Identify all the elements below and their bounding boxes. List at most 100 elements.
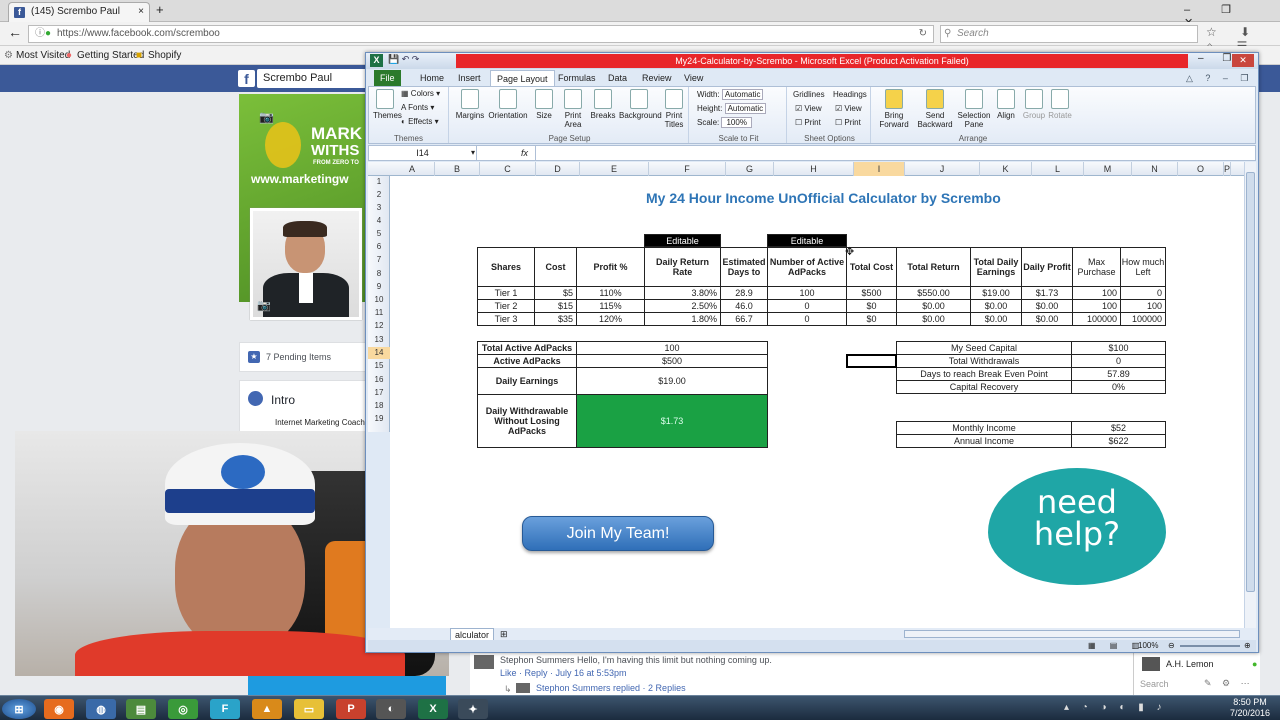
app-icon[interactable]: ◐ — [376, 699, 406, 719]
comment-meta[interactable]: Like · Reply · July 16 at 5:53pm — [500, 668, 627, 678]
row-header[interactable]: 2 — [368, 189, 390, 201]
row-header[interactable]: 1 — [368, 176, 390, 188]
join-my-team-button[interactable]: Join My Team! — [522, 516, 714, 551]
margins-button[interactable]: Margins — [455, 89, 485, 120]
value-total-withdrawals[interactable]: 0 — [1071, 354, 1166, 368]
tray-icons[interactable]: ▴ ◔ ◑ ◐ ▮ ♪ — [1064, 702, 1167, 713]
row-header[interactable]: 5 — [368, 228, 390, 240]
bookmark-shopify[interactable]: Shopify — [148, 46, 181, 65]
row-header[interactable]: 9 — [368, 281, 390, 293]
zoom-out-icon[interactable]: ⊖ — [1168, 640, 1175, 652]
chat-contact[interactable]: A.H. Lemon — [1166, 659, 1214, 669]
name-box[interactable]: I14 — [369, 146, 477, 160]
camera-icon[interactable]: 📷 — [259, 110, 274, 124]
chat-icons[interactable]: ✎ ⚙ ⋯ — [1204, 678, 1254, 689]
reply-link[interactable]: Stephon Summers replied · 2 Replies — [536, 683, 686, 693]
row-header[interactable]: 15 — [368, 360, 390, 372]
folder-icon[interactable]: ▭ — [294, 699, 324, 719]
back-arrow-icon[interactable]: ← — [8, 24, 22, 40]
zoom-in-icon[interactable]: ⊕ — [1244, 640, 1251, 652]
app-icon[interactable]: ✦ — [458, 699, 488, 719]
row-header[interactable]: 11 — [368, 307, 390, 319]
column-header[interactable]: M — [1084, 162, 1132, 176]
column-header[interactable]: P — [1224, 162, 1232, 176]
column-header[interactable]: K — [980, 162, 1032, 176]
scroll-thumb[interactable] — [1246, 172, 1255, 592]
new-sheet-icon[interactable]: ⊞ — [500, 628, 508, 640]
print-area-button[interactable]: Print Area — [559, 89, 587, 129]
worksheet[interactable]: My 24 Hour Income UnOfficial Calculator … — [390, 176, 1244, 628]
app-icon[interactable]: ◍ — [86, 699, 116, 719]
column-header[interactable]: F — [649, 162, 726, 176]
bring-forward-button[interactable]: Bring Forward — [875, 89, 913, 129]
chrome-icon[interactable]: ◎ — [168, 699, 198, 719]
app-f-icon[interactable]: F — [210, 699, 240, 719]
fx-icon[interactable]: fx — [521, 146, 528, 160]
row-header[interactable]: 14 — [368, 347, 390, 359]
themes-button[interactable]: Themes — [373, 89, 402, 120]
row-header[interactable]: 13 — [368, 334, 390, 346]
row-header[interactable]: 8 — [368, 268, 390, 280]
group-button[interactable]: Group — [1021, 89, 1047, 120]
view-mode-icons[interactable]: ▦ ▤ ▥ — [1088, 640, 1145, 652]
tab-review[interactable]: Review — [636, 70, 678, 86]
selection-pane-button[interactable]: Selection Pane — [957, 89, 991, 129]
headings-view-checkbox[interactable]: ☑ View — [835, 104, 862, 113]
quick-access-icons[interactable]: 💾 ↶ ↷ — [388, 54, 419, 65]
tab-insert[interactable]: Insert — [452, 70, 487, 86]
url-bar[interactable]: ⓘ ● https://www.facebook.com/scremboo ↻ — [28, 25, 934, 43]
horizontal-scrollbar[interactable] — [904, 630, 1240, 638]
column-header[interactable]: D — [536, 162, 580, 176]
row-header[interactable]: 17 — [368, 387, 390, 399]
column-header[interactable]: N — [1132, 162, 1178, 176]
pending-items[interactable]: ★ 7 Pending Items — [239, 342, 367, 372]
profile-picture[interactable]: 📷 — [250, 208, 362, 320]
zoom-slider[interactable] — [1180, 645, 1240, 647]
selected-cell-i14[interactable] — [846, 354, 897, 368]
powerpoint-icon[interactable]: P — [336, 699, 366, 719]
column-header[interactable]: L — [1032, 162, 1084, 176]
background-button[interactable]: Background — [619, 89, 662, 120]
row-header[interactable]: 16 — [368, 374, 390, 386]
camera-icon[interactable]: 📷 — [257, 299, 271, 312]
browser-tab[interactable]: f (145) Scrembo Paul × — [8, 2, 150, 22]
close-icon[interactable]: ✕ — [1232, 54, 1254, 67]
tab-home[interactable]: Home — [414, 70, 450, 86]
scale-input[interactable]: 100% — [721, 117, 752, 128]
row-header[interactable]: 12 — [368, 320, 390, 332]
tab-data[interactable]: Data — [602, 70, 633, 86]
tab-page-layout[interactable]: Page Layout — [490, 70, 555, 86]
tab-file[interactable]: File — [374, 70, 401, 86]
formula-input[interactable] — [535, 146, 1243, 160]
colors-button[interactable]: ▦ Colors ▾ — [401, 89, 440, 98]
row-header[interactable]: 7 — [368, 254, 390, 266]
print-titles-button[interactable]: Print Titles — [661, 89, 687, 129]
need-help-bubble[interactable]: need help? — [988, 468, 1166, 585]
vertical-scrollbar[interactable] — [1244, 162, 1256, 628]
gridlines-print-checkbox[interactable]: ☐ Print — [795, 118, 821, 127]
facebook-logo-icon[interactable]: f — [238, 70, 255, 87]
row-header[interactable]: 6 — [368, 241, 390, 253]
bookmark-getting-started[interactable]: Getting Started — [77, 46, 144, 65]
send-backward-button[interactable]: Send Backward — [915, 89, 955, 129]
tab-formulas[interactable]: Formulas — [552, 70, 602, 86]
excel-taskbar-icon[interactable]: X — [418, 699, 448, 719]
app-icon[interactable]: ▲ — [252, 699, 282, 719]
column-header[interactable]: C — [480, 162, 536, 176]
column-header[interactable]: A — [390, 162, 435, 176]
reload-icon[interactable]: ↻ — [919, 26, 927, 42]
orientation-button[interactable]: Orientation — [487, 89, 529, 120]
chat-search-input[interactable]: Search — [1140, 679, 1169, 689]
firefox-icon[interactable]: ◉ — [44, 699, 74, 719]
column-header[interactable]: G — [726, 162, 774, 176]
name-box-dropdown-icon[interactable]: ▾ — [471, 146, 475, 160]
column-header[interactable]: J — [905, 162, 980, 176]
row-header[interactable]: 3 — [368, 202, 390, 214]
facebook-search-input[interactable]: Scrembo Paul — [257, 69, 367, 88]
row-header[interactable]: 19 — [368, 413, 390, 425]
taskbar-clock[interactable]: 8:50 PM 7/20/2016 — [1230, 697, 1270, 719]
rotate-button[interactable]: Rotate — [1047, 89, 1073, 120]
search-input[interactable]: ⚲ Search — [940, 25, 1198, 43]
row-header[interactable]: 10 — [368, 294, 390, 306]
effects-button[interactable]: ◐ Effects ▾ — [401, 117, 439, 126]
